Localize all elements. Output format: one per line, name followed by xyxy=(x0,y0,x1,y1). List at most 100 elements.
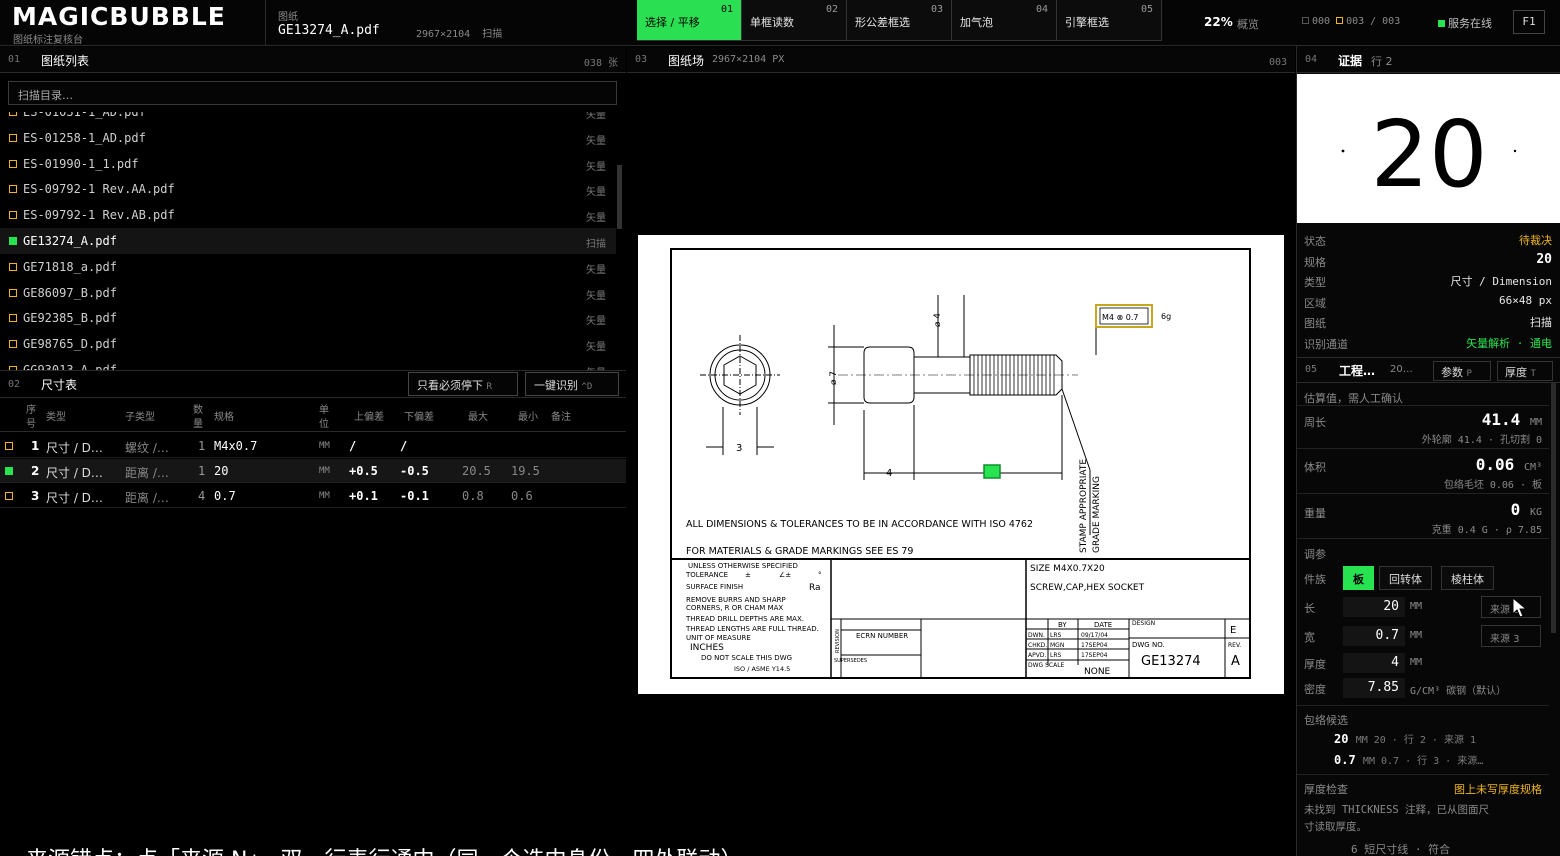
tb-lrs: LRS xyxy=(1050,632,1062,639)
tb-surface: SURFACE FINISH xyxy=(686,583,743,591)
tb-remove2: CORNERS, R OR CHAM MAX xyxy=(686,604,783,612)
file-list-item[interactable]: GE98765_D.pdf 矢量 xyxy=(0,331,616,357)
mode-label: 引擎框选 xyxy=(1065,16,1109,29)
tb-uom: UNIT OF MEASURE xyxy=(686,634,751,642)
file-status-icon xyxy=(9,159,17,168)
gray-square-icon xyxy=(1302,17,1309,24)
mode-single-read[interactable]: 02 单框读数 xyxy=(742,0,847,41)
envelope-candidate-2[interactable]: 0.7 MM 0.7 · 行 3 · 来源… xyxy=(1334,752,1483,767)
tb-thread1: THREAD DRILL DEPTHS ARE MAX. xyxy=(685,615,804,623)
current-drawing: 图纸 GE13274_A.pdf 2967×2104 扫描 xyxy=(265,0,637,46)
panel-title: 图纸列表 xyxy=(41,54,90,68)
app-window: MAGICBUBBLE 图纸标注复核台 图纸 GE13274_A.pdf 296… xyxy=(0,0,1560,856)
cell-qty: 1 xyxy=(198,439,206,453)
mode-engine-select[interactable]: 05 引擎框选 xyxy=(1057,0,1162,41)
zoom-level[interactable]: 22% xyxy=(1204,15,1233,29)
tb-supersedes: SUPERSEDES xyxy=(834,658,867,664)
file-list-item[interactable]: ES-09792-1 Rev.AA.pdf 矢量 xyxy=(0,176,616,202)
field-value: 扫描 xyxy=(1530,316,1552,329)
shape-prism-button[interactable]: 棱柱体 xyxy=(1441,566,1494,590)
field-value: 66×48 px xyxy=(1499,293,1552,307)
file-list-item[interactable]: GE13274_A.pdf 扫描 xyxy=(0,227,616,254)
file-list-item[interactable]: GE71818_a.pdf 矢量 xyxy=(0,254,616,280)
param-source-button[interactable]: 来源 2 xyxy=(1481,596,1541,618)
mode-gdt-select[interactable]: 03 形公差框选 xyxy=(847,0,952,41)
cell-type: 尺寸 / D… xyxy=(46,491,103,505)
drawing-size: 2967×2104 xyxy=(416,29,471,40)
shape-plate-button[interactable]: 板 xyxy=(1343,566,1374,590)
shape-revolved-button[interactable]: 回转体 xyxy=(1379,566,1432,590)
counter-total: 003 xyxy=(1382,16,1401,27)
brand-logo: MAGICBUBBLE xyxy=(12,2,226,31)
tab-thickness[interactable]: 厚度 T xyxy=(1497,361,1553,381)
dims-table-row[interactable]: 2 尺寸 / D… 距离 /… 1 20 MM +0.5 -0.5 20.5 19.5 xyxy=(0,459,626,483)
mode-select-pan[interactable]: 01 选择 / 平移 xyxy=(637,0,742,41)
tb-remove1: REMOVE BURRS AND SHARP xyxy=(686,596,786,604)
drawing-label: 图纸 xyxy=(278,12,298,23)
evidence-field: 类型 尺寸 / Dimension xyxy=(1304,272,1552,290)
right-panel-scrollbar[interactable] xyxy=(1551,383,1556,633)
file-list-item[interactable]: ES-01258-1_AD.pdf 矢量 xyxy=(0,125,616,151)
drawing-sheet[interactable]: 3 ⌀ 4 ⌀ 7 4 M4 ⊗ 0.7 6g STAMP APPROPRIAT… xyxy=(638,235,1284,694)
tb-inches: INCHES xyxy=(690,643,724,653)
param-input[interactable]: 7.85 xyxy=(1343,678,1405,698)
dims-table-row[interactable]: 1 尺寸 / D… 螺纹 /… 1 M4x0.7 MM / / xyxy=(0,434,626,458)
tab-engineering[interactable]: 工程… xyxy=(1339,362,1375,379)
panel-title: 证据 xyxy=(1338,54,1363,68)
perimeter-sub: 外轮廓 41.4 · 孔切割 0 xyxy=(1421,435,1542,446)
param-input[interactable]: 20 xyxy=(1343,597,1405,617)
col-min: 最小 xyxy=(518,412,538,423)
col-no-2: 号 xyxy=(26,419,36,430)
help-button[interactable]: F1 xyxy=(1513,10,1545,34)
mode-add-bubble[interactable]: 04 加气泡 xyxy=(952,0,1057,41)
panel-number: 04 xyxy=(1305,54,1318,65)
cell-type: 尺寸 / D… xyxy=(46,441,103,455)
cell-type: 尺寸 / D… xyxy=(46,466,103,480)
stamp-note-2: GRADE MARKING xyxy=(1092,476,1102,553)
evidence-field: 图纸 扫描 xyxy=(1304,313,1552,331)
tb-design: DESIGN xyxy=(1132,620,1155,627)
field-key: 区域 xyxy=(1304,296,1326,310)
cell-qty: 1 xyxy=(198,464,206,478)
param-input[interactable]: 4 xyxy=(1343,653,1405,673)
auto-recognize-button[interactable]: 一键识别 ^D xyxy=(525,372,619,396)
tab-params[interactable]: 参数 P xyxy=(1433,361,1491,381)
bubble-counters: 000 003 / 003 xyxy=(1302,16,1400,27)
row-status-icon xyxy=(5,467,13,475)
mode-toolbar: 01 选择 / 平移 02 单框读数 03 形公差框选 04 加气泡 05 引擎框选 xyxy=(637,0,1162,41)
file-list-item[interactable]: GE92385_B.pdf 矢量 xyxy=(0,305,616,331)
file-list-item[interactable]: GE86097_B.pdf 矢量 xyxy=(0,280,616,306)
file-status-icon xyxy=(9,133,17,142)
tb-ecrn: ECRN NUMBER xyxy=(856,632,908,640)
file-type: 矢量 xyxy=(586,112,606,121)
file-list: ES-01031-1_AD.pdf 矢量 ES-01258-1_AD.pdf 矢量 ES… xyxy=(0,112,616,370)
mode-number: 01 xyxy=(720,4,733,15)
param-unit: MM xyxy=(1410,657,1423,668)
dims-table-row[interactable]: 3 尺寸 / D… 距离 /… 4 0.7 MM +0.1 -0.1 0.8 0.6 xyxy=(0,484,626,508)
dim-phi4-label: ⌀ 4 xyxy=(933,313,943,327)
param-unit: MM xyxy=(1410,601,1423,612)
param-input[interactable]: 0.7 xyxy=(1343,626,1405,646)
counter-pending: 003 xyxy=(1336,16,1364,27)
zoom-label: 概览 xyxy=(1237,18,1259,31)
file-list-item[interactable]: ES-09792-1 Rev.AB.pdf 矢量 xyxy=(0,202,616,228)
dir-search-input[interactable]: 扫描目录… xyxy=(8,81,617,105)
cell-max: 20.5 xyxy=(462,464,491,478)
mode-number: 03 xyxy=(930,4,943,15)
thickness-tail: 6 短尺寸线 · 符合 xyxy=(1351,843,1451,856)
file-name: ES-01258-1_AD.pdf xyxy=(23,130,146,145)
must-stop-filter-button[interactable]: 只看必须停下 R xyxy=(408,372,518,396)
volume-sub: 包络毛坯 0.06 · 板 xyxy=(1443,480,1542,491)
cell-no: 3 xyxy=(31,489,40,503)
file-list-scrollbar[interactable] xyxy=(617,165,622,229)
file-list-item[interactable]: ES-01031-1_AD.pdf 矢量 xyxy=(0,112,616,125)
thread-fit-text: 6g xyxy=(1161,312,1171,321)
general-note-1: ALL DIMENSIONS & TOLERANCES TO BE IN ACC… xyxy=(686,519,1033,530)
file-list-item[interactable]: GG93013_A.pdf矢量 xyxy=(0,357,616,370)
param-source-button[interactable]: 来源 3 xyxy=(1481,625,1541,647)
canvas-size: 2967×2104 PX xyxy=(712,54,785,65)
file-type: 矢量 xyxy=(586,161,606,173)
envelope-candidate-1[interactable]: 20 MM 20 · 行 2 · 来源 1 xyxy=(1334,731,1476,746)
selected-dimension-bubble[interactable] xyxy=(983,464,1001,479)
file-list-item[interactable]: ES-01990-1_1.pdf 矢量 xyxy=(0,151,616,177)
